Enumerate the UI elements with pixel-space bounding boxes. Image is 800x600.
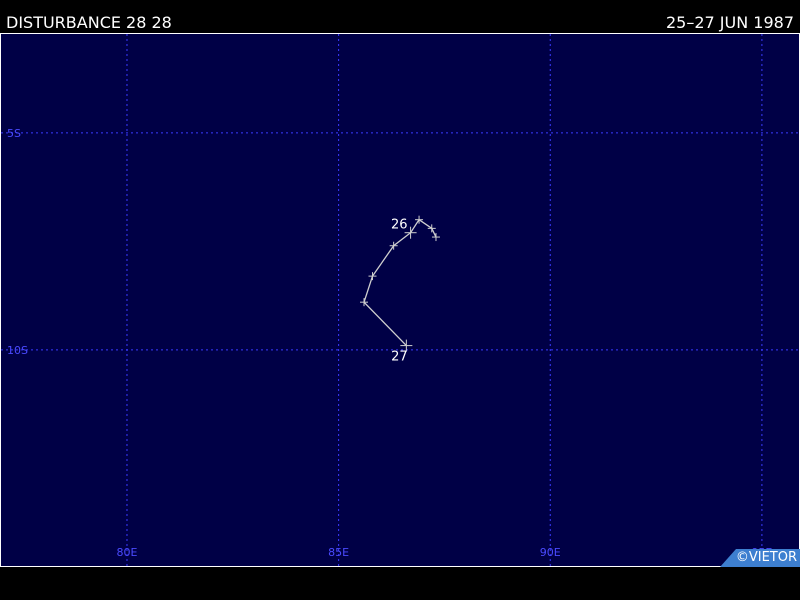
storm-title: DISTURBANCE 28 28	[6, 13, 172, 32]
map-frame	[0, 33, 800, 567]
credit-text: ©VIETOR	[735, 550, 797, 565]
lat-tick-label: 5S	[7, 127, 21, 140]
date-label: 27	[391, 350, 408, 365]
date-range: 25–27 JUN 1987	[665, 13, 794, 32]
lon-tick-label: 90E	[540, 546, 561, 559]
lon-tick-label: 80E	[117, 546, 138, 559]
date-label: 26	[391, 218, 408, 233]
lat-tick-label: 10S	[7, 344, 28, 357]
lon-tick-label: 85E	[328, 546, 349, 559]
track-map: 80E85E90E95E5S10S 2627	[0, 33, 800, 567]
